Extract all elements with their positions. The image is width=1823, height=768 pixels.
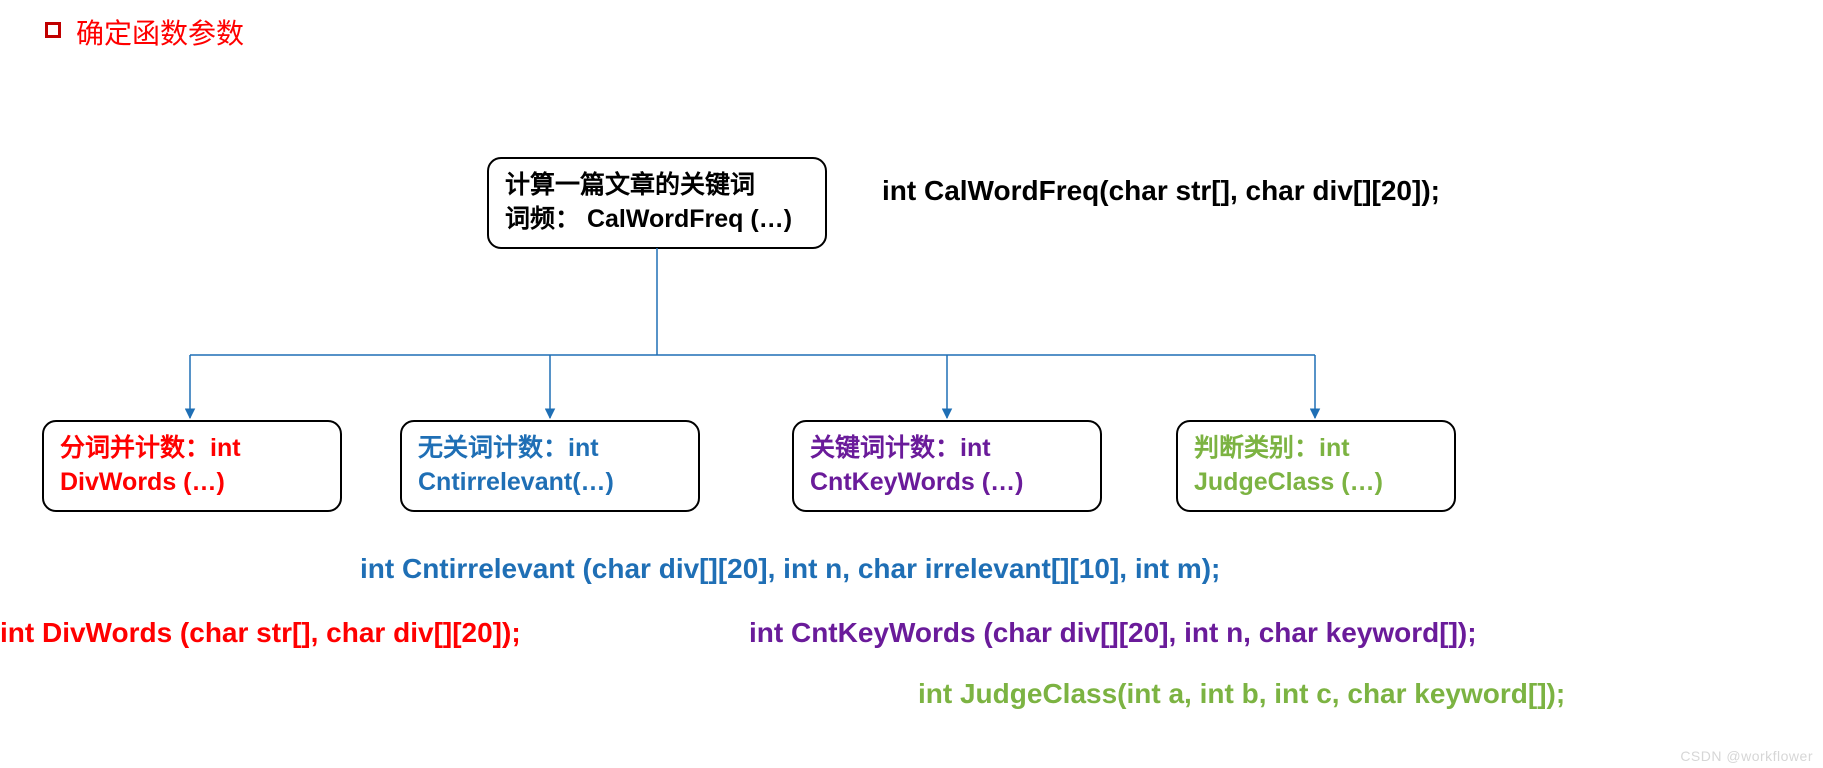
page-title: 确定函数参数 <box>76 12 244 52</box>
connector-lines <box>0 0 1823 768</box>
bullet-icon <box>45 22 61 38</box>
signature-cntirrelevant: int Cntirrelevant (char div[][20], int n… <box>360 553 1220 585</box>
signature-root: int CalWordFreq(char str[], char div[][2… <box>882 175 1440 207</box>
signature-divwords: int DivWords (char str[], char div[][20]… <box>0 617 521 649</box>
node-judgeclass: 判断类别：int JudgeClass (…) <box>1176 420 1456 512</box>
watermark-text: CSDN @workflower <box>1680 748 1813 764</box>
signature-cntkeywords: int CntKeyWords (char div[][20], int n, … <box>749 617 1477 649</box>
node-cntkeywords-line2: CntKeyWords (…) <box>810 466 1084 500</box>
node-root-line2: 词频： CalWordFreq (…) <box>505 203 809 237</box>
node-judgeclass-line1: 判断类别：int <box>1194 432 1438 466</box>
node-cntkeywords: 关键词计数：int CntKeyWords (…) <box>792 420 1102 512</box>
node-root: 计算一篇文章的关键词 词频： CalWordFreq (…) <box>487 157 827 249</box>
node-cntirrelevant-line2: Cntirrelevant(…) <box>418 466 682 500</box>
node-root-line1: 计算一篇文章的关键词 <box>505 169 809 203</box>
node-cntirrelevant-line1: 无关词计数：int <box>418 432 682 466</box>
node-cntkeywords-line1: 关键词计数：int <box>810 432 1084 466</box>
node-divwords: 分词并计数：int DivWords (…) <box>42 420 342 512</box>
node-judgeclass-line2: JudgeClass (…) <box>1194 466 1438 500</box>
node-cntirrelevant: 无关词计数：int Cntirrelevant(…) <box>400 420 700 512</box>
signature-judgeclass: int JudgeClass(int a, int b, int c, char… <box>918 678 1565 710</box>
node-divwords-line1: 分词并计数：int <box>60 432 324 466</box>
node-divwords-line2: DivWords (…) <box>60 466 324 500</box>
